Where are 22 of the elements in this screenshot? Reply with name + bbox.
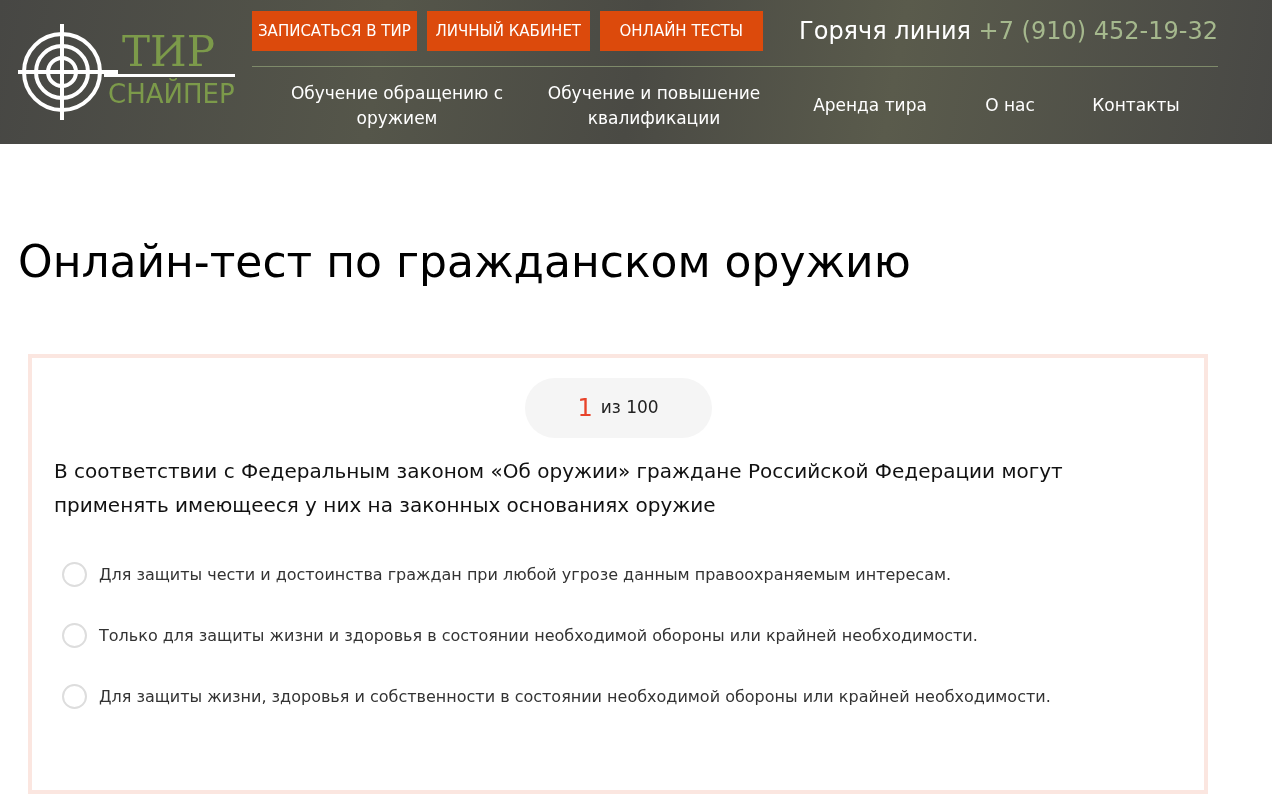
- nav-link[interactable]: Обучение обращению с оружием: [282, 80, 512, 131]
- hotline-label: Горячя линия: [799, 17, 971, 45]
- nav-link[interactable]: Аренда тира: [796, 93, 944, 118]
- question-text: В соответствии с Федеральным законом «Об оружии» граждане Российской Федерации могут применять имеющееся у них на законных основаниях оружие: [54, 458, 1064, 519]
- nav-link[interactable]: Контакты: [1076, 93, 1196, 118]
- logo-text: СНАЙПЕР: [107, 77, 235, 111]
- nav-link[interactable]: Обучение и повышение квалификации: [534, 80, 774, 131]
- nav-button[interactable]: ЗАПИСАТЬСЯ В ТИР: [252, 11, 417, 51]
- nav-button[interactable]: ОНЛАЙН ТЕСТЫ: [599, 11, 763, 51]
- nav-link[interactable]: О нас: [966, 93, 1054, 118]
- answer-option[interactable]: Для защиты жизни, здоровья и собственности в состоянии необходимой обороны или крайней необходимости.: [99, 684, 1051, 709]
- page-title: Онлайн-тест по гражданском оружию: [18, 235, 912, 289]
- answer-option[interactable]: Только для защиты жизни и здоровья в состоянии необходимой обороны или крайней необходимости.: [99, 623, 978, 648]
- phone-number[interactable]: +7 (910) 452-19-32: [978, 17, 1218, 45]
- radio-button[interactable]: [62, 684, 87, 709]
- answer-option[interactable]: Для защиты чести и достоинства граждан при любой угрозе данным правоохраняемым интересам.: [99, 562, 952, 587]
- radio-button[interactable]: [62, 562, 87, 587]
- radio-button[interactable]: [62, 623, 87, 648]
- question-total: из 100: [600, 396, 659, 420]
- current-question-number: 1: [577, 393, 593, 424]
- nav-button[interactable]: ЛИЧНЫЙ КАБИНЕТ: [426, 11, 590, 51]
- logo-text: ТИР: [104, 29, 235, 77]
